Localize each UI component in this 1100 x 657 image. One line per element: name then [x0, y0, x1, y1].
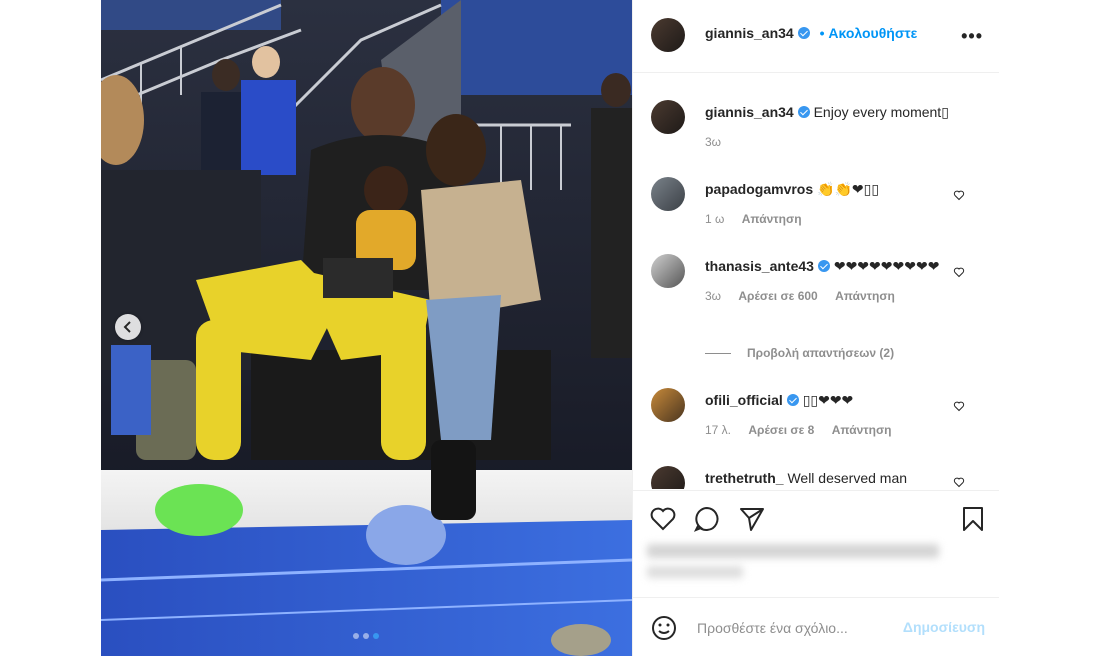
comments-list[interactable]: giannis_an34 Enjoy every moment▯ 3ω papa…: [633, 73, 999, 489]
comment-body: papadogamvros 👏👏❤▯▯ 1 ω Απάντηση: [705, 179, 955, 229]
heart-icon[interactable]: [953, 266, 965, 278]
comment-icon[interactable]: [693, 505, 721, 533]
divider-line: [705, 352, 731, 354]
username-link[interactable]: thanasis_ante43: [705, 258, 814, 274]
post-side-panel: giannis_an34 • Ακολουθήστε ••• giannis_a…: [632, 0, 999, 656]
avatar[interactable]: [651, 100, 685, 134]
caption-body: giannis_an34 Enjoy every moment▯ 3ω: [705, 102, 955, 152]
timestamp[interactable]: 17 λ.: [705, 423, 731, 437]
follow-button[interactable]: • Ακολουθήστε: [820, 25, 918, 41]
heart-icon[interactable]: [953, 400, 965, 412]
comment-body: ofili_official ▯▯❤❤❤ 17 λ. Αρέσει σε 8 Α…: [705, 390, 955, 440]
timestamp[interactable]: 3ω: [705, 289, 721, 303]
avatar[interactable]: [651, 388, 685, 422]
heart-icon[interactable]: [953, 476, 965, 488]
avatar[interactable]: [651, 254, 685, 288]
likes-count[interactable]: Αρέσει σε 8: [748, 423, 814, 437]
heart-icon[interactable]: [649, 505, 677, 533]
view-replies-label: Προβολή απαντήσεων (2): [747, 346, 895, 360]
post-photo: [101, 0, 632, 656]
comment-meta: 3ω Αρέσει σε 600 Απάντηση: [705, 286, 955, 306]
reply-button[interactable]: Απάντηση: [742, 212, 802, 226]
timestamp[interactable]: 3ω: [705, 135, 721, 149]
comment-meta: 17 λ. Αρέσει σε 8 Απάντηση: [705, 420, 955, 440]
carousel-dot: [363, 633, 369, 639]
comment-input[interactable]: [695, 616, 889, 640]
verified-badge-icon: [817, 260, 830, 272]
chevron-left-icon: [123, 321, 131, 333]
header-user: giannis_an34 • Ακολουθήστε: [705, 25, 917, 41]
post-media[interactable]: [101, 0, 632, 656]
avatar[interactable]: [651, 177, 685, 211]
reply-button[interactable]: Απάντηση: [832, 423, 892, 437]
comment-text: ❤❤❤❤❤❤❤❤❤: [833, 258, 940, 274]
verified-badge-icon: [797, 106, 810, 118]
view-replies-button[interactable]: Προβολή απαντήσεων (2): [705, 346, 894, 360]
post-comment-button[interactable]: Δημοσίευση: [903, 619, 985, 635]
caption-text: Enjoy every moment▯: [813, 104, 949, 120]
comment-body: thanasis_ante43 ❤❤❤❤❤❤❤❤❤ 3ω Αρέσει σε 6…: [705, 256, 955, 306]
post-date-blurred: [647, 566, 743, 578]
comment-text: 👏👏❤▯▯: [817, 181, 880, 197]
verified-badge-icon: [786, 394, 799, 406]
paper-plane-icon[interactable]: [738, 505, 766, 533]
smiley-icon[interactable]: [651, 615, 677, 641]
comment-text: ▯▯❤❤❤: [802, 392, 854, 408]
carousel-prev-button[interactable]: [115, 314, 141, 340]
avatar[interactable]: [651, 18, 685, 52]
timestamp[interactable]: 1 ω: [705, 212, 724, 226]
likes-count[interactable]: Αρέσει σε 600: [738, 289, 817, 303]
username-link[interactable]: papadogamvros: [705, 181, 813, 197]
username-link[interactable]: giannis_an34: [705, 25, 794, 41]
username-link[interactable]: ofili_official: [705, 392, 783, 408]
username-link[interactable]: giannis_an34: [705, 104, 794, 120]
more-options-icon[interactable]: •••: [961, 26, 983, 47]
post-header: giannis_an34 • Ακολουθήστε •••: [633, 0, 999, 73]
comment-meta: 1 ω Απάντηση: [705, 209, 955, 229]
action-bar: [633, 490, 999, 551]
comment-body: trethetruth_ Well deserved man: [705, 468, 955, 488]
carousel-indicator: [353, 633, 379, 639]
username-link[interactable]: trethetruth_: [705, 470, 784, 486]
heart-icon[interactable]: [953, 189, 965, 201]
add-comment-bar: Δημοσίευση: [633, 597, 999, 657]
caption-meta: 3ω: [705, 132, 955, 152]
likes-summary-blurred: [647, 544, 939, 558]
verified-badge-icon: [797, 27, 810, 39]
instagram-post: giannis_an34 • Ακολουθήστε ••• giannis_a…: [101, 0, 999, 656]
reply-button[interactable]: Απάντηση: [835, 289, 895, 303]
avatar[interactable]: [651, 466, 685, 489]
carousel-dot: [353, 633, 359, 639]
bookmark-icon[interactable]: [959, 505, 987, 533]
comment-text: Well deserved man: [787, 470, 908, 486]
carousel-dot-active: [373, 633, 379, 639]
